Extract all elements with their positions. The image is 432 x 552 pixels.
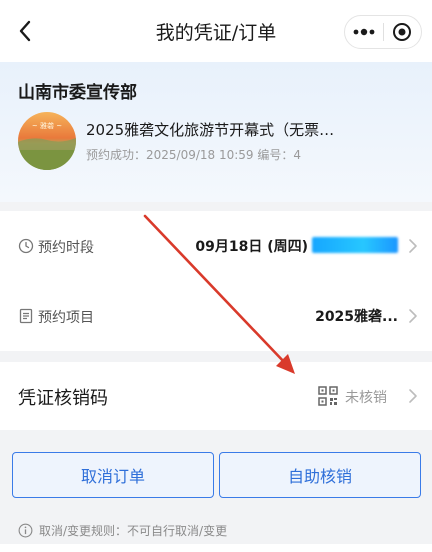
voucher-code-label: 凭证核销码: [18, 388, 108, 409]
target-close-icon: [393, 23, 412, 41]
chevron-right-icon: [409, 389, 417, 403]
event-header-card: 山南市委宣传部 ~ 雅砻 ~ 2025雅砻文化旅游节开幕式（无票… 预约成功：2…: [0, 62, 432, 202]
bottom-panel-edge: [0, 544, 432, 552]
chevron-right-icon: [409, 239, 417, 253]
app-page: 我的凭证/订单 山南市委宣传部 ~ 雅砻 ~ 2025雅砻文化旅游节开幕式（无票…: [0, 0, 432, 552]
clock-icon: [18, 238, 34, 254]
svg-text:~ 雅砻 ~: ~ 雅砻 ~: [32, 121, 62, 130]
booking-date-text: 09月18日 (周四): [195, 239, 308, 255]
booking-project-value: 2025雅砻...: [315, 309, 398, 325]
chevron-right-icon: [409, 309, 417, 323]
info-icon: [18, 523, 33, 538]
more-button[interactable]: [345, 16, 383, 48]
document-icon: [19, 308, 33, 324]
booking-time-row[interactable]: 预约时段 09月18日 (周四): [0, 211, 432, 281]
self-verify-button[interactable]: 自助核销: [219, 452, 421, 498]
booking-project-row[interactable]: 预约项目 2025雅砻...: [0, 281, 432, 351]
mini-program-capsule: [344, 15, 422, 49]
more-dots-icon: [353, 28, 375, 36]
close-button[interactable]: [383, 16, 421, 48]
redacted-time-range: [312, 237, 398, 253]
voucher-status: 未核销: [345, 390, 387, 406]
organizer-name: 山南市委宣传部: [18, 83, 137, 103]
voucher-code-row[interactable]: 凭证核销码 未核销: [0, 362, 432, 430]
event-title[interactable]: 2025雅砻文化旅游节开幕式（无票…: [86, 119, 334, 140]
cancel-rule-text: 取消/变更规则：不可自行取消/变更: [39, 524, 228, 538]
cancel-order-button[interactable]: 取消订单: [12, 452, 214, 498]
booking-meta: 预约成功：2025/09/18 10:59 编号：4: [86, 148, 302, 162]
navigation-bar: 我的凭证/订单: [0, 0, 432, 62]
booking-time-value: 09月18日 (周四): [195, 236, 398, 256]
booking-project-label: 预约项目: [38, 310, 94, 326]
cancel-rule-notice: 取消/变更规则：不可自行取消/变更: [18, 522, 227, 539]
booking-info-card: 预约时段 09月18日 (周四) 预约项目 2025雅砻...: [0, 211, 432, 351]
qr-code-icon: [318, 386, 338, 406]
booking-time-label: 预约时段: [38, 240, 94, 256]
event-avatar: ~ 雅砻 ~: [18, 112, 76, 170]
